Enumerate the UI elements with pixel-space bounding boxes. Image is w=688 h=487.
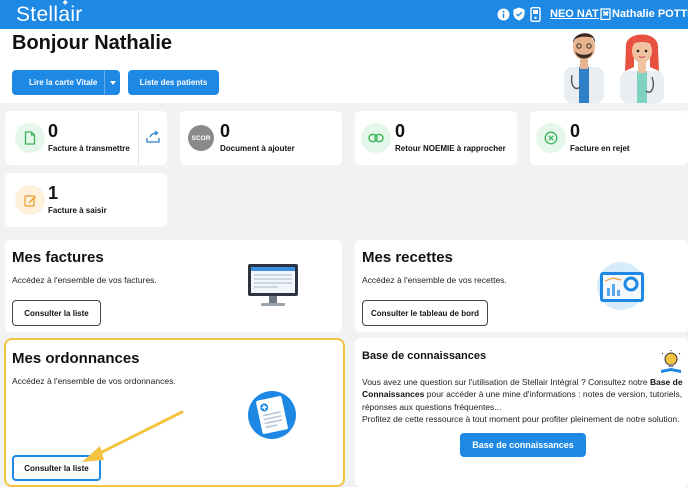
- account-name: NEO NAT: [550, 8, 599, 20]
- card-reader-icon[interactable]: [528, 6, 542, 22]
- stat-label: Facture à saisir: [48, 206, 107, 215]
- stat-card-rejected-invoices[interactable]: 0 Facture en rejet: [530, 111, 688, 165]
- invoices-description: Accédez à l'ensemble de vos factures.: [12, 275, 157, 285]
- page-title: Bonjour Nathalie: [12, 32, 173, 54]
- patients-list-button[interactable]: Liste des patients: [128, 70, 219, 95]
- knowledge-base-button[interactable]: Base de connaissances: [460, 433, 586, 457]
- kb-text-4: Profitez de cette ressource à tout momen…: [362, 414, 680, 425]
- arrow-annotation-icon: [82, 410, 184, 462]
- revenue-dashboard-label: Consulter le tableau de bord: [370, 308, 479, 318]
- kb-bold-1: Base de: [649, 377, 683, 387]
- read-vitale-card-label: Lire la carte Vitale: [29, 78, 98, 87]
- stat-value: 1: [48, 183, 59, 203]
- prescriptions-panel: Mes ordonnances Accédez à l'ensemble de …: [4, 338, 345, 487]
- patients-list-label: Liste des patients: [139, 78, 208, 87]
- scor-badge-icon: SCOR: [188, 125, 214, 151]
- stat-card-invoices-to-enter[interactable]: 1 Facture à saisir: [5, 173, 167, 227]
- knowledge-base-title: Base de connaissances: [362, 350, 487, 362]
- user-menu[interactable]: Nathalie POTTIEZ: [612, 8, 688, 20]
- revenue-title: Mes recettes: [362, 249, 453, 266]
- stat-label: Facture à transmettre: [48, 144, 130, 153]
- stat-label: Retour NOEMIE à rapprocher: [395, 144, 506, 153]
- stat-card-documents-to-add[interactable]: SCOR 0 Document à ajouter: [180, 111, 342, 165]
- card-divider: [138, 111, 139, 165]
- stat-card-noemie-returns[interactable]: 0 Retour NOEMIE à rapprocher: [355, 111, 517, 165]
- invoices-list-button[interactable]: Consulter la liste: [12, 300, 101, 326]
- lightbulb-book-icon: [661, 350, 681, 373]
- stat-value: 0: [48, 121, 59, 141]
- kb-text-3: réponses aux questions fréquentes...: [362, 401, 502, 412]
- building-icon: [598, 7, 612, 21]
- prescriptions-description: Accédez à l'ensemble de vos ordonnances.: [12, 376, 176, 386]
- revenue-description: Accédez à l'ensemble de vos recettes.: [362, 275, 507, 285]
- sparkle-icon: ✦: [61, 0, 70, 9]
- info-icon[interactable]: [496, 7, 510, 21]
- knowledge-base-button-label: Base de connaissances: [472, 440, 574, 450]
- computer-invoice-illustration: [248, 264, 298, 306]
- reject-icon: [536, 123, 566, 153]
- read-card-options-button[interactable]: [105, 70, 120, 95]
- dashboard-illustration: [597, 262, 645, 310]
- revenue-panel: Mes recettes Accédez à l'ensemble de vos…: [355, 240, 688, 332]
- stat-value: 0: [395, 121, 406, 141]
- stat-label: Document à ajouter: [220, 144, 295, 153]
- invoices-list-label: Consulter la liste: [24, 308, 89, 318]
- chevron-down-icon: [109, 80, 116, 85]
- revenue-dashboard-button[interactable]: Consulter le tableau de bord: [362, 300, 488, 326]
- document-icon: [15, 123, 45, 153]
- edit-icon: [15, 185, 45, 215]
- stat-card-invoices-to-send[interactable]: 0 Facture à transmettre: [5, 111, 167, 165]
- stat-value: 0: [570, 121, 581, 141]
- user-name: Nathalie POTTIEZ: [612, 8, 688, 20]
- prescriptions-title: Mes ordonnances: [12, 350, 140, 367]
- kb-text-2: pour accéder à une mine d'informations :…: [424, 389, 683, 400]
- stat-label: Facture en rejet: [570, 144, 630, 153]
- scor-badge-text: SCOR: [191, 134, 211, 142]
- prescription-illustration: [248, 391, 296, 439]
- doctors-illustration: [564, 33, 664, 103]
- shield-icon[interactable]: [512, 7, 526, 21]
- brand-logo[interactable]: Stellair: [16, 3, 83, 27]
- upload-icon[interactable]: [145, 130, 161, 149]
- stat-value: 0: [220, 121, 231, 141]
- knowledge-base-text: Vous avez une question sur l'utilisation…: [362, 376, 684, 426]
- link-icon: [361, 123, 391, 153]
- invoices-title: Mes factures: [12, 249, 104, 266]
- kb-bold-2: Connaissances: [362, 389, 425, 400]
- invoices-panel: Mes factures Accédez à l'ensemble de vos…: [5, 240, 342, 332]
- kb-text-1: Vous avez une question sur l'utilisation…: [362, 377, 650, 387]
